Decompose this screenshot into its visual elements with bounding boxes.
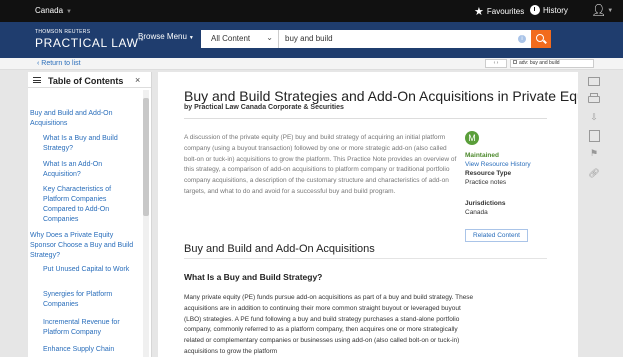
resource-type-value: Practice notes — [465, 179, 507, 186]
search-term-label: adv: buy and build — [519, 60, 560, 66]
history-label: History — [543, 6, 568, 15]
resource-type-label: Resource Type — [465, 170, 512, 177]
logo-publisher: THOMSON REUTERS — [35, 29, 91, 35]
search-info-icon[interactable]: i — [518, 35, 526, 43]
result-prev-next[interactable]: ‹ › — [485, 59, 507, 68]
document-toolbar: ⇩ ⚑ 🔗︎ — [580, 72, 610, 192]
close-icon[interactable]: × — [135, 75, 140, 85]
view-resource-history-link[interactable]: View Resource History — [465, 161, 531, 168]
return-to-list-link[interactable]: ‹ Return to list — [37, 60, 81, 67]
document-abstract: A discussion of the private equity (PE) … — [184, 134, 457, 195]
toc-item[interactable]: Synergies for Platform Companies — [43, 290, 138, 310]
star-icon: ★ — [474, 6, 484, 18]
toc-item[interactable]: Key Characteristics of Platform Companie… — [43, 185, 138, 225]
toc-title: Table of Contents — [48, 76, 124, 86]
search-input[interactable]: buy and build — [285, 34, 333, 43]
toc-item[interactable]: Incremental Revenue for Platform Company — [43, 318, 138, 338]
print-icon[interactable] — [587, 92, 601, 106]
related-content-button[interactable]: Related Content — [465, 229, 528, 242]
search-term-highlight[interactable]: adv: buy and build — [510, 59, 594, 68]
history-button[interactable]: History — [530, 5, 568, 15]
document-title: Buy and Build Strategies and Add-On Acqu… — [184, 88, 578, 104]
toc-item[interactable]: Enhance Supply Chain — [43, 345, 138, 355]
highlight-checkbox[interactable] — [513, 60, 517, 64]
chevron-down-icon: ▼ — [607, 8, 614, 14]
download-icon[interactable]: ⇩ — [587, 110, 601, 124]
toc-item[interactable]: Buy and Build and Add-On Acquisitions — [30, 109, 138, 129]
search-button[interactable] — [531, 30, 551, 48]
resource-info-panel: M Maintained View Resource History Resou… — [465, 131, 550, 242]
browse-menu-label: Browse Menu — [138, 32, 187, 41]
favourites-label: Favourites — [486, 7, 525, 16]
body-paragraph: Many private equity (PE) funds pursue ad… — [184, 294, 474, 355]
favourites-button[interactable]: ★ Favourites — [474, 5, 524, 18]
status-label: Maintained — [465, 152, 499, 159]
toc-item[interactable]: What Is a Buy and Build Strategy? — [43, 134, 138, 154]
section-heading: Buy and Build and Add-On Acquisitions — [184, 243, 375, 255]
toc-scrollbar-thumb[interactable] — [143, 98, 149, 216]
annotate-icon[interactable] — [587, 128, 601, 142]
search-scope-select[interactable]: All Content ⌄ — [201, 30, 279, 48]
toc-header: Table of Contents × — [28, 72, 151, 88]
top-bar: Canada ▼ ★ Favourites History 👤︎▼ — [0, 0, 623, 22]
header: THOMSON REUTERS PRACTICAL LAW™ Browse Me… — [0, 22, 623, 58]
region-label: Canada — [35, 6, 64, 15]
document-pane: Buy and Build Strategies and Add-On Acqu… — [158, 72, 578, 357]
chevron-down-icon: ▼ — [66, 9, 72, 15]
browse-menu-button[interactable]: Browse Menu ▼ — [138, 32, 194, 41]
toc-item[interactable]: What Is an Add-On Acquisition? — [43, 160, 138, 180]
logo[interactable]: PRACTICAL LAW™ — [35, 36, 144, 50]
search-box: All Content ⌄ buy and build i — [201, 30, 551, 48]
results-nav-bar: ‹ Return to list ‹ › adv: buy and build — [0, 58, 623, 70]
clock-icon — [530, 5, 540, 15]
hamburger-icon[interactable] — [33, 77, 41, 83]
jurisdictions-label: Jurisdictions — [465, 200, 506, 207]
jurisdiction-value: Canada — [465, 209, 488, 216]
divider — [184, 258, 547, 259]
maintained-badge: M — [465, 131, 479, 145]
region-selector[interactable]: Canada ▼ — [35, 6, 72, 15]
logo-text: PRACTICAL LAW — [35, 36, 139, 50]
toc-item[interactable]: Put Unused Capital to Work — [43, 265, 138, 275]
flag-icon[interactable]: ⚑ — [587, 146, 601, 160]
document-byline: by Practical Law Canada Corporate & Secu… — [184, 104, 344, 111]
user-icon: 👤︎ — [591, 3, 607, 17]
table-of-contents: Table of Contents × Buy and Build and Ad… — [28, 72, 152, 357]
link-icon[interactable]: 🔗︎ — [587, 166, 601, 180]
chevron-down-icon: ⌄ — [266, 33, 273, 42]
chevron-down-icon: ▼ — [188, 35, 194, 41]
user-menu-button[interactable]: 👤︎▼ — [591, 3, 613, 17]
subsection-heading: What Is a Buy and Build Strategy? — [184, 272, 323, 282]
email-icon[interactable] — [587, 74, 601, 88]
toc-item[interactable]: Why Does a Private Equity Sponsor Choose… — [30, 231, 138, 261]
divider — [184, 118, 547, 119]
search-scope-value: All Content — [211, 34, 251, 43]
search-icon — [536, 34, 544, 42]
